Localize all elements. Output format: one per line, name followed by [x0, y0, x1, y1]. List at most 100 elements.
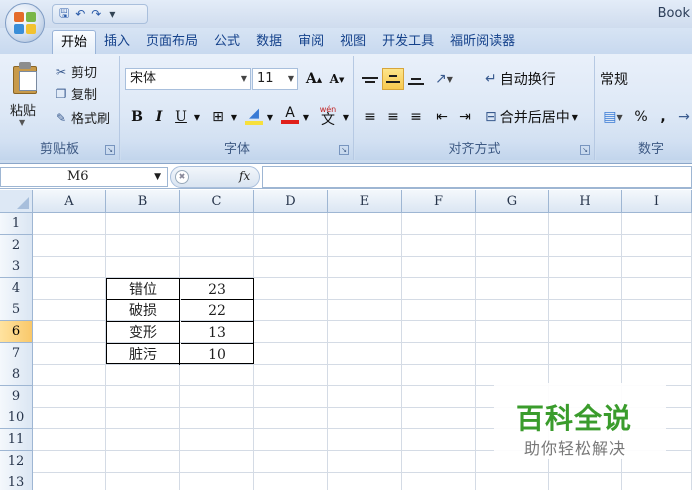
column-header-e[interactable]: E [328, 190, 402, 213]
font-name-select[interactable]: 宋体 ▼ [125, 68, 251, 90]
font-launcher-icon[interactable]: ↘ [339, 145, 349, 155]
paste-icon[interactable] [10, 62, 40, 94]
phonetic-guide-button[interactable]: wén 文 [315, 104, 341, 127]
table-cell-value[interactable]: 10 [181, 344, 253, 366]
font-color-dropdown-icon[interactable]: ▼ [301, 106, 311, 128]
align-right-icon[interactable]: ≡ [405, 106, 427, 128]
phonetic-dropdown-icon[interactable]: ▼ [341, 106, 351, 128]
data-table: 错位 23 破损 22 变形 13 脏污 10 [106, 277, 254, 366]
tab-data[interactable]: 数据 [248, 30, 290, 54]
align-center-icon[interactable]: ≡ [382, 106, 404, 128]
tab-developer[interactable]: 开发工具 [374, 30, 442, 54]
column-header-b[interactable]: B [106, 190, 180, 213]
increase-decimal-icon[interactable]: → [676, 106, 692, 128]
quick-access-toolbar: 🖫 ↶ ↷ ▾ [52, 4, 148, 24]
clipboard-launcher-icon[interactable]: ↘ [105, 145, 115, 155]
tab-home[interactable]: 开始 [52, 30, 97, 54]
alignment-group-label: 对齐方式 [355, 140, 594, 160]
underline-dropdown-icon[interactable]: ▼ [191, 106, 203, 128]
merge-icon: ⊟ [485, 109, 497, 125]
select-all-button[interactable] [0, 190, 33, 213]
column-header-h[interactable]: H [549, 190, 622, 213]
table-cell-value[interactable]: 13 [181, 322, 253, 344]
borders-dropdown-icon[interactable]: ▼ [229, 106, 239, 128]
row-header-6[interactable]: 6 [0, 321, 33, 343]
grow-font-button[interactable]: A ▲ [303, 68, 325, 90]
row-header-13[interactable]: 13 [0, 472, 33, 490]
customize-toolbar-icon[interactable]: ▾ [109, 7, 115, 21]
orientation-icon[interactable]: ↗ ▼ [431, 68, 457, 90]
row-header-10[interactable]: 10 [0, 407, 33, 430]
italic-button[interactable]: I [149, 106, 169, 128]
office-button[interactable] [5, 3, 45, 43]
font-size-select[interactable]: 11 ▼ [252, 68, 298, 90]
formula-input[interactable] [262, 166, 692, 188]
copy-button[interactable]: ❐ 复制 [54, 84, 97, 104]
paste-dropdown-icon[interactable]: ▼ [19, 118, 25, 127]
tab-foxit-reader[interactable]: 福昕阅读器 [442, 30, 523, 54]
alignment-launcher-icon[interactable]: ↘ [580, 145, 590, 155]
column-header-c[interactable]: C [180, 190, 254, 213]
font-color-button[interactable]: A [279, 104, 301, 126]
number-format-select[interactable]: 常规 [600, 68, 692, 90]
table-cell-label[interactable]: 破损 [107, 300, 180, 322]
align-left-icon[interactable]: ≡ [359, 106, 381, 128]
format-painter-button[interactable]: ✎ 格式刷 [54, 108, 110, 128]
tab-page-layout[interactable]: 页面布局 [138, 30, 206, 54]
currency-icon[interactable]: ▤ ▼ [600, 106, 626, 128]
table-cell-value[interactable]: 22 [181, 300, 253, 322]
row-header-9[interactable]: 9 [0, 385, 33, 408]
paste-button[interactable]: 粘贴 [10, 100, 36, 119]
decrease-indent-icon[interactable]: ⇤ [431, 106, 453, 128]
row-header-3[interactable]: 3 [0, 256, 33, 279]
table-cell-label[interactable]: 脏污 [107, 343, 180, 366]
table-cell-label[interactable]: 错位 [107, 278, 180, 301]
redo-icon[interactable]: ↷ [91, 7, 101, 21]
tab-review[interactable]: 审阅 [290, 30, 332, 54]
middle-align-button[interactable] [382, 68, 404, 90]
row-header-5[interactable]: 5 [0, 299, 33, 322]
row-header-2[interactable]: 2 [0, 234, 33, 257]
fill-color-dropdown-icon[interactable]: ▼ [265, 106, 275, 128]
cancel-icon[interactable]: ✖ [175, 170, 189, 184]
save-icon[interactable]: 🖫 [59, 4, 69, 25]
tab-formulas[interactable]: 公式 [206, 30, 248, 54]
title-bar: 🖫 ↶ ↷ ▾ Book [0, 0, 692, 28]
brush-icon: ✎ [55, 110, 67, 125]
table-cell-label[interactable]: 变形 [107, 321, 180, 344]
column-header-i[interactable]: I [622, 190, 692, 213]
undo-icon[interactable]: ↶ [75, 7, 85, 21]
bold-button[interactable]: B [127, 106, 147, 128]
table-cell-value[interactable]: 23 [181, 279, 253, 301]
merge-center-button[interactable]: ⊟ 合并后居中 ▼ [485, 106, 585, 128]
bottom-align-button[interactable] [405, 68, 427, 90]
font-group-label: 字体 [121, 140, 353, 160]
row-header-11[interactable]: 11 [0, 429, 33, 451]
increase-indent-icon[interactable]: ⇥ [454, 106, 476, 128]
insert-function-button[interactable]: fx [239, 169, 250, 183]
column-header-a[interactable]: A [33, 190, 106, 213]
column-header-d[interactable]: D [254, 190, 328, 213]
top-align-button[interactable] [359, 68, 381, 90]
wrap-text-button[interactable]: ↵ 自动换行 [485, 68, 565, 90]
column-header-g[interactable]: G [476, 190, 549, 213]
column-header-f[interactable]: F [402, 190, 476, 213]
row-header-7[interactable]: 7 [0, 342, 33, 365]
fill-color-button[interactable]: ◢ [243, 104, 265, 126]
name-box[interactable]: M6 ▼ [0, 167, 168, 187]
shrink-font-button[interactable]: A ▼ [326, 68, 348, 90]
cut-button[interactable]: ✂ 剪切 [54, 62, 97, 82]
grid-line [401, 213, 402, 490]
percent-button[interactable]: % [632, 106, 650, 128]
borders-icon[interactable]: ⊞ [207, 106, 229, 128]
watermark-subtitle: 助你轻松解决 [524, 439, 627, 458]
tab-insert[interactable]: 插入 [96, 30, 138, 54]
comma-button[interactable]: , [656, 106, 670, 128]
row-header-1[interactable]: 1 [0, 213, 33, 235]
row-header-8[interactable]: 8 [0, 364, 33, 387]
ribbon: 粘贴 ▼ ✂ 剪切 ❐ 复制 ✎ 格式刷 剪贴板 ↘ 宋体 ▼ 11 ▼ A ▲ A ▼ B … [0, 54, 692, 164]
underline-button[interactable]: U [171, 106, 191, 128]
tab-view[interactable]: 视图 [332, 30, 374, 54]
row-header-4[interactable]: 4 [0, 277, 33, 300]
row-header-12[interactable]: 12 [0, 450, 33, 473]
